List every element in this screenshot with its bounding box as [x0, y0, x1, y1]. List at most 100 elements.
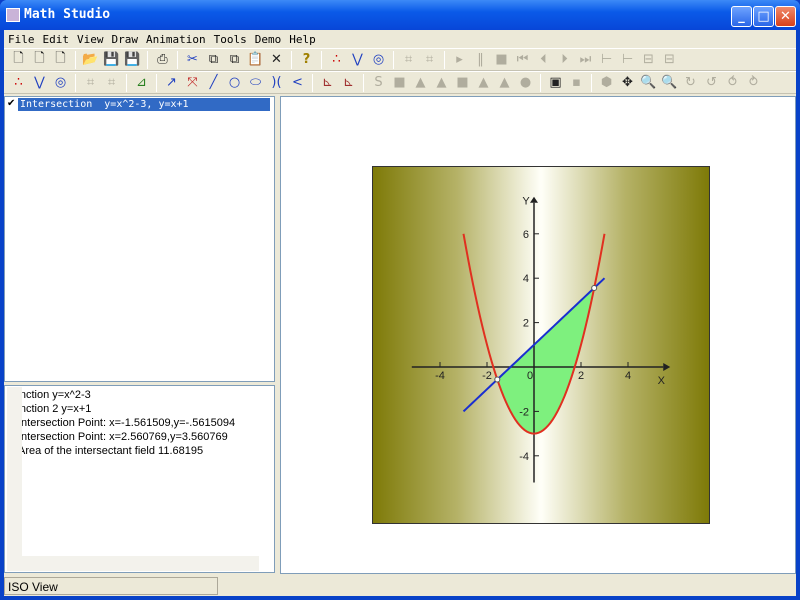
cube-icon[interactable]: ■ [389, 73, 410, 93]
print-icon[interactable]: ⎙ [152, 50, 173, 70]
rotate-icon[interactable]: ↻ [680, 73, 701, 93]
menu-view[interactable]: View [73, 30, 108, 48]
vertical-scrollbar[interactable] [7, 387, 22, 557]
loop2-icon[interactable]: ⊟ [659, 50, 680, 70]
flat-box-icon[interactable]: ▪ [566, 73, 587, 93]
frustum-icon[interactable]: ▲ [431, 73, 452, 93]
line-icon[interactable]: ╱ [203, 73, 224, 93]
zoom-in-icon[interactable]: 🔍 [638, 73, 659, 93]
x-tick-label: 2 [578, 370, 584, 382]
copy-icon[interactable]: ⧉ [203, 50, 224, 70]
axes-points-icon[interactable]: ⊾ [317, 73, 338, 93]
circle-icon[interactable]: ○ [224, 73, 245, 93]
menu-file[interactable]: File [4, 30, 39, 48]
first-icon[interactable]: ⏮ [512, 50, 533, 70]
paste-icon[interactable]: 📋 [245, 50, 266, 70]
graph-remove-icon[interactable]: ⌗ [419, 50, 440, 70]
play-icon[interactable]: ▸ [449, 50, 470, 70]
drawing-canvas[interactable]: -4 -2 0 2 4 6 4 2 -2 -4 X Y [280, 96, 796, 574]
range2-icon[interactable]: ⊢ [617, 50, 638, 70]
prism-icon[interactable]: ■ [452, 73, 473, 93]
checkbox-checked-icon[interactable]: ✔ [7, 99, 18, 110]
save-as-icon[interactable]: 💾 [122, 50, 143, 70]
polar-plot-icon[interactable]: ◎ [368, 50, 389, 70]
app-window: Math Studio _ □ ✕ File Edit View Draw An… [0, 0, 800, 600]
rotate-y-icon[interactable]: ↺ [701, 73, 722, 93]
draw-toolbar: ∴ ⋁ ◎ ⌗ ⌗ ⊿ ↗ ⤧ ╱ ○ ⬭)(< ⊾ ⊾ S ■ ▲ ▲ ■ ▲ ▲ ● ▣ ▪ ⬢ ✥ 🔍 🔍 ↻ ↺ ⥀… [4, 71, 796, 94]
stop-icon[interactable]: ■ [491, 50, 512, 70]
intersection-point [494, 376, 501, 383]
tree-item[interactable]: ✔ Intersection y=x^2-3, y=x+1 [7, 98, 270, 111]
chart-copy-icon[interactable]: ⌗ [101, 73, 122, 93]
menu-tools[interactable]: Tools [210, 30, 251, 48]
status-bar: ISO View [4, 577, 218, 595]
menu-animation[interactable]: Animation [142, 30, 210, 48]
vectors-icon[interactable]: ⤧ [182, 73, 203, 93]
x-tick-label: -4 [435, 370, 445, 382]
circle-plot-icon[interactable]: ◎ [50, 73, 71, 93]
zoom-out-icon[interactable]: 🔍 [659, 73, 680, 93]
points-icon[interactable]: ∴ [326, 50, 347, 70]
help-icon[interactable]: ? [296, 50, 317, 70]
delete-icon[interactable]: ✕ [266, 50, 287, 70]
chart-edit-icon[interactable]: ⌗ [80, 73, 101, 93]
y-tick-label: 4 [523, 273, 529, 285]
main-toolbar: 🗋 🗋 🗋 📂 💾 💾 ⎙ ✂ ⧉ ⧉ 📋 ✕ ? ∴ ⋁ ◎ ⌗ ⌗ ▸ ‖ ■ ⏮ ⏴ ⏵ ⏭ ⊢ ⊢ ⊟ ⊟ [4, 48, 796, 71]
open-icon[interactable]: 📂 [80, 50, 101, 70]
ellipse-icon[interactable]: ⬭ [245, 73, 266, 93]
graph-icon[interactable]: ⊿ [131, 73, 152, 93]
y-axis-arrow [530, 196, 538, 203]
prev-icon[interactable]: ⏴ [533, 50, 554, 70]
close-button[interactable]: ✕ [775, 6, 796, 27]
output-line: Intersection Point: x=2.560769,y=3.56076… [18, 431, 228, 443]
graph-edit-icon[interactable]: ⌗ [398, 50, 419, 70]
horizontal-scrollbar[interactable] [7, 556, 259, 571]
rotate-z-icon[interactable]: ⥀ [722, 73, 743, 93]
menu-edit[interactable]: Edit [39, 30, 74, 48]
hyperbola-icon[interactable]: )( [266, 73, 287, 93]
output-line: Intersection Point: x=-1.561509,y=-.5615… [18, 417, 236, 429]
cone-icon[interactable]: ▲ [473, 73, 494, 93]
cut-icon[interactable]: ✂ [182, 50, 203, 70]
3d-box-icon[interactable]: ▣ [545, 73, 566, 93]
move-icon[interactable]: ✥ [617, 73, 638, 93]
menu-help[interactable]: Help [285, 30, 320, 48]
maximize-button[interactable]: □ [753, 6, 774, 27]
title-bar[interactable]: Math Studio _ □ ✕ [0, 0, 800, 30]
new-doc-icon[interactable]: 🗋 [29, 50, 50, 70]
parabola-icon[interactable]: < [287, 73, 308, 93]
object-tree: ✔ Intersection y=x^2-3, y=x+1 [4, 96, 275, 382]
vector-icon[interactable]: ↗ [161, 73, 182, 93]
curve-icon[interactable]: ⋁ [29, 73, 50, 93]
x-tick-label: -2 [482, 370, 492, 382]
last-icon[interactable]: ⏭ [575, 50, 596, 70]
x-tick-label: 0 [527, 370, 533, 382]
save-icon[interactable]: 💾 [101, 50, 122, 70]
new-icon[interactable]: 🗋 [8, 50, 29, 70]
loop-icon[interactable]: ⊟ [638, 50, 659, 70]
menu-draw[interactable]: Draw [108, 30, 143, 48]
template-icon[interactable]: 🗋 [50, 50, 71, 70]
intersection-point [591, 284, 598, 291]
sphere-icon[interactable]: ● [515, 73, 536, 93]
function-plot-icon[interactable]: ⋁ [347, 50, 368, 70]
rotate-x-icon[interactable]: ⥁ [743, 73, 764, 93]
menu-demo[interactable]: Demo [251, 30, 286, 48]
app-icon [6, 8, 20, 22]
copy-special-icon[interactable]: ⧉ [224, 50, 245, 70]
cylinder-icon[interactable]: ▲ [494, 73, 515, 93]
scatter-icon[interactable]: ∴ [8, 73, 29, 93]
range-icon[interactable]: ⊢ [596, 50, 617, 70]
pause-icon[interactable]: ‖ [470, 50, 491, 70]
window-title: Math Studio [24, 7, 111, 22]
axes-points2-icon[interactable]: ⊾ [338, 73, 359, 93]
next-icon[interactable]: ⏵ [554, 50, 575, 70]
pyramid-icon[interactable]: ▲ [410, 73, 431, 93]
x-tick-label: 4 [625, 370, 631, 382]
graph-svg: -4 -2 0 2 4 6 4 2 -2 -4 X Y [411, 196, 671, 483]
minimize-button[interactable]: _ [731, 6, 752, 27]
hexagon-icon[interactable]: ⬢ [596, 73, 617, 93]
tree-item-label[interactable]: Intersection y=x^2-3, y=x+1 [18, 98, 270, 111]
solid-icon[interactable]: S [368, 73, 389, 93]
y-tick-label: 2 [523, 318, 529, 330]
